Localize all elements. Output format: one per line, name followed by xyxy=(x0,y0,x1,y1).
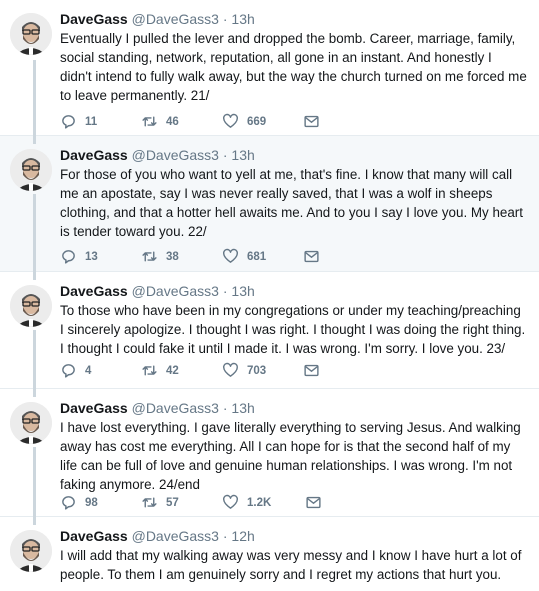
timestamp[interactable]: 12h xyxy=(231,528,254,544)
tweet-header: DaveGass @DaveGass3 · 13h xyxy=(60,10,527,28)
tweet-header: DaveGass @DaveGass3 · 13h xyxy=(60,399,527,417)
retweet-count: 38 xyxy=(166,250,179,263)
tweet-text: Eventually I pulled the lever and droppe… xyxy=(60,31,527,103)
tweet-actions: 98 57 1.2K xyxy=(60,494,364,511)
reply-icon xyxy=(62,115,75,129)
avatar[interactable] xyxy=(10,285,52,327)
tweet-text: I will add that my walking away was very… xyxy=(60,548,522,582)
retweet-icon xyxy=(142,497,157,508)
thread-line xyxy=(33,389,36,397)
like-button[interactable]: 681 xyxy=(222,248,269,265)
retweet-button[interactable]: 46 xyxy=(141,113,188,130)
envelope-icon xyxy=(304,250,319,263)
like-count: 703 xyxy=(247,364,267,377)
tweet-header: DaveGass @DaveGass3 · 12h xyxy=(60,527,527,545)
tweet-22[interactable]: DaveGass @DaveGass3 · 13h For those of y… xyxy=(0,136,539,272)
reply-button[interactable]: 13 xyxy=(60,248,107,265)
separator: · xyxy=(222,528,228,544)
thread-line xyxy=(33,194,36,272)
display-name[interactable]: DaveGass xyxy=(60,147,128,163)
avatar[interactable] xyxy=(10,13,52,55)
heart-icon xyxy=(223,494,238,509)
user-handle[interactable]: @DaveGass3 xyxy=(132,283,219,299)
display-name[interactable]: DaveGass xyxy=(60,528,128,544)
message-button[interactable] xyxy=(303,248,328,265)
reply-count: 4 xyxy=(85,364,92,377)
heart-icon xyxy=(223,113,238,128)
heart-icon xyxy=(223,248,238,263)
display-name[interactable]: DaveGass xyxy=(60,11,128,27)
tweet-actions: 13 38 681 xyxy=(60,248,362,265)
retweet-icon xyxy=(142,251,157,262)
tweet-21[interactable]: DaveGass @DaveGass3 · 13h Eventually I p… xyxy=(0,0,539,136)
separator: · xyxy=(222,400,228,416)
tweet-text: For those of you who want to yell at me,… xyxy=(60,167,523,239)
avatar[interactable] xyxy=(10,402,52,444)
user-handle[interactable]: @DaveGass3 xyxy=(132,11,219,27)
tweet-text: To those who have been in my congregatio… xyxy=(60,303,526,356)
reply-count: 11 xyxy=(85,115,98,128)
reply-button[interactable]: 98 xyxy=(60,494,107,511)
message-button[interactable] xyxy=(305,494,330,511)
thread-line xyxy=(33,60,36,136)
avatar[interactable] xyxy=(10,530,52,572)
user-handle[interactable]: @DaveGass3 xyxy=(132,528,219,544)
timestamp[interactable]: 13h xyxy=(231,147,254,163)
separator: · xyxy=(222,11,228,27)
reply-button[interactable]: 11 xyxy=(60,113,107,130)
display-name[interactable]: DaveGass xyxy=(60,283,128,299)
reply-icon xyxy=(62,250,75,264)
timestamp[interactable]: 13h xyxy=(231,11,254,27)
tweet-header: DaveGass @DaveGass3 · 13h xyxy=(60,146,527,164)
user-handle[interactable]: @DaveGass3 xyxy=(132,400,219,416)
tweet-thread: DaveGass @DaveGass3 · 13h Eventually I p… xyxy=(0,0,539,591)
envelope-icon xyxy=(304,364,319,377)
retweet-icon xyxy=(142,365,157,376)
tweet-23[interactable]: DaveGass @DaveGass3 · 13h To those who h… xyxy=(0,272,539,389)
reply-button[interactable]: 4 xyxy=(60,362,107,379)
user-handle[interactable]: @DaveGass3 xyxy=(132,147,219,163)
separator: · xyxy=(222,283,228,299)
tweet-24[interactable]: DaveGass @DaveGass3 · 13h I have lost ev… xyxy=(0,389,539,517)
separator: · xyxy=(222,147,228,163)
reply-count: 13 xyxy=(85,250,98,263)
like-count: 681 xyxy=(247,250,267,263)
like-button[interactable]: 703 xyxy=(222,362,269,379)
retweet-icon xyxy=(142,116,157,127)
retweet-button[interactable]: 38 xyxy=(141,248,188,265)
reply-count: 98 xyxy=(85,496,98,509)
envelope-icon xyxy=(306,496,321,509)
timestamp[interactable]: 13h xyxy=(231,283,254,299)
tweet-header: DaveGass @DaveGass3 · 13h xyxy=(60,282,527,300)
like-count: 669 xyxy=(247,115,267,128)
like-button[interactable]: 669 xyxy=(222,113,269,130)
retweet-button[interactable]: 57 xyxy=(141,494,188,511)
retweet-count: 46 xyxy=(166,115,179,128)
thread-line xyxy=(33,330,36,389)
tweet-text: I have lost everything. I gave literally… xyxy=(60,420,521,492)
thread-line xyxy=(33,136,36,144)
retweet-count: 42 xyxy=(166,364,179,377)
like-count: 1.2K xyxy=(247,496,272,509)
heart-icon xyxy=(223,362,238,377)
thread-line xyxy=(33,447,36,517)
tweet-followup[interactable]: DaveGass @DaveGass3 · 12h I will add tha… xyxy=(0,517,539,591)
reply-icon xyxy=(62,496,75,510)
like-button[interactable]: 1.2K xyxy=(222,494,271,511)
retweet-button[interactable]: 42 xyxy=(141,362,188,379)
message-button[interactable] xyxy=(303,362,328,379)
tweet-actions: 4 42 703 xyxy=(60,362,362,379)
tweet-actions: 11 46 669 xyxy=(60,113,362,130)
reply-icon xyxy=(62,364,75,378)
display-name[interactable]: DaveGass xyxy=(60,400,128,416)
retweet-count: 57 xyxy=(166,496,179,509)
avatar[interactable] xyxy=(10,149,52,191)
thread-line xyxy=(33,272,36,280)
thread-line xyxy=(33,517,36,525)
envelope-icon xyxy=(304,115,319,128)
message-button[interactable] xyxy=(303,113,328,130)
timestamp[interactable]: 13h xyxy=(231,400,254,416)
